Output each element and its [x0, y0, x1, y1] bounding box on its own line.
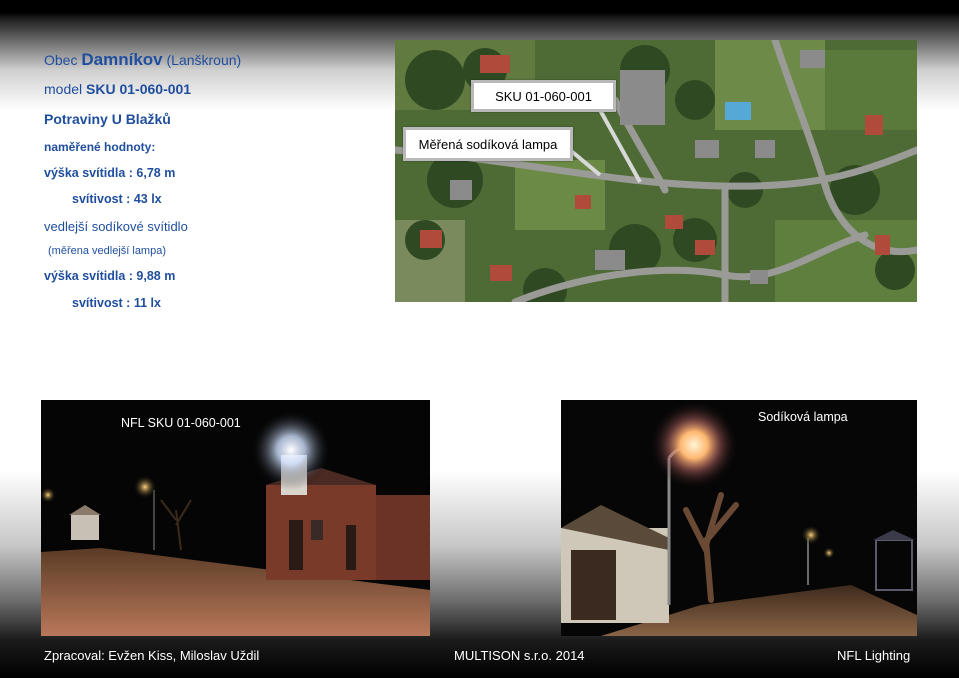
municipality-name: Damníkov — [81, 50, 163, 69]
secondary-lamp-label: vedlejší sodíkové svítidlo — [44, 219, 188, 234]
callout-sku: SKU 01-060-001 — [471, 80, 616, 112]
illuminance-1: svítivost : 43 lx — [72, 192, 162, 206]
model-number: SKU 01-060-001 — [86, 81, 192, 97]
model-line: model SKU 01-060-001 — [44, 81, 191, 97]
lamp-height-2: výška svítidla : 9,88 m — [44, 269, 176, 283]
night-photo-nfl-graphic — [41, 400, 430, 636]
night-photo-sodium-graphic — [561, 400, 917, 636]
municipality-line: Obec Damníkov (Lanškroun) — [44, 50, 241, 70]
night-photo-nfl-lamp: NFL SKU 01-060-001 — [41, 400, 430, 636]
left-photo-label: NFL SKU 01-060-001 — [121, 416, 241, 430]
callout-measured-lamp: Měřená sodíková lampa — [403, 127, 573, 161]
footer-brand: NFL Lighting — [837, 648, 911, 663]
municipality-prefix: Obec — [44, 52, 78, 68]
footer-author: Zpracoval: Evžen Kiss, Miloslav Uždil — [44, 648, 260, 663]
footer-company: MULTISON s.r.o. 2014 — [454, 648, 585, 663]
aerial-map-image: SKU 01-060-001 Měřená sodíková lampa — [395, 40, 917, 302]
night-photo-sodium-lamp: Sodíková lampa — [561, 400, 917, 636]
lamp-height-1: výška svítidla : 6,78 m — [44, 166, 176, 180]
location-name: Potraviny U Blažků — [44, 111, 171, 127]
illuminance-2: svítivost : 11 lx — [72, 296, 161, 310]
callout-measured-lamp-label: Měřená sodíková lampa — [418, 136, 558, 152]
municipality-region: (Lanškroun) — [166, 52, 242, 68]
secondary-lamp-note: (měřena vedlejší lampa) — [48, 245, 166, 257]
callout-sku-label: SKU 01-060-001 — [495, 88, 592, 104]
right-photo-label: Sodíková lampa — [758, 410, 848, 424]
model-prefix: model — [44, 81, 83, 97]
measured-values-heading: naměřené hodnoty: — [44, 140, 156, 154]
